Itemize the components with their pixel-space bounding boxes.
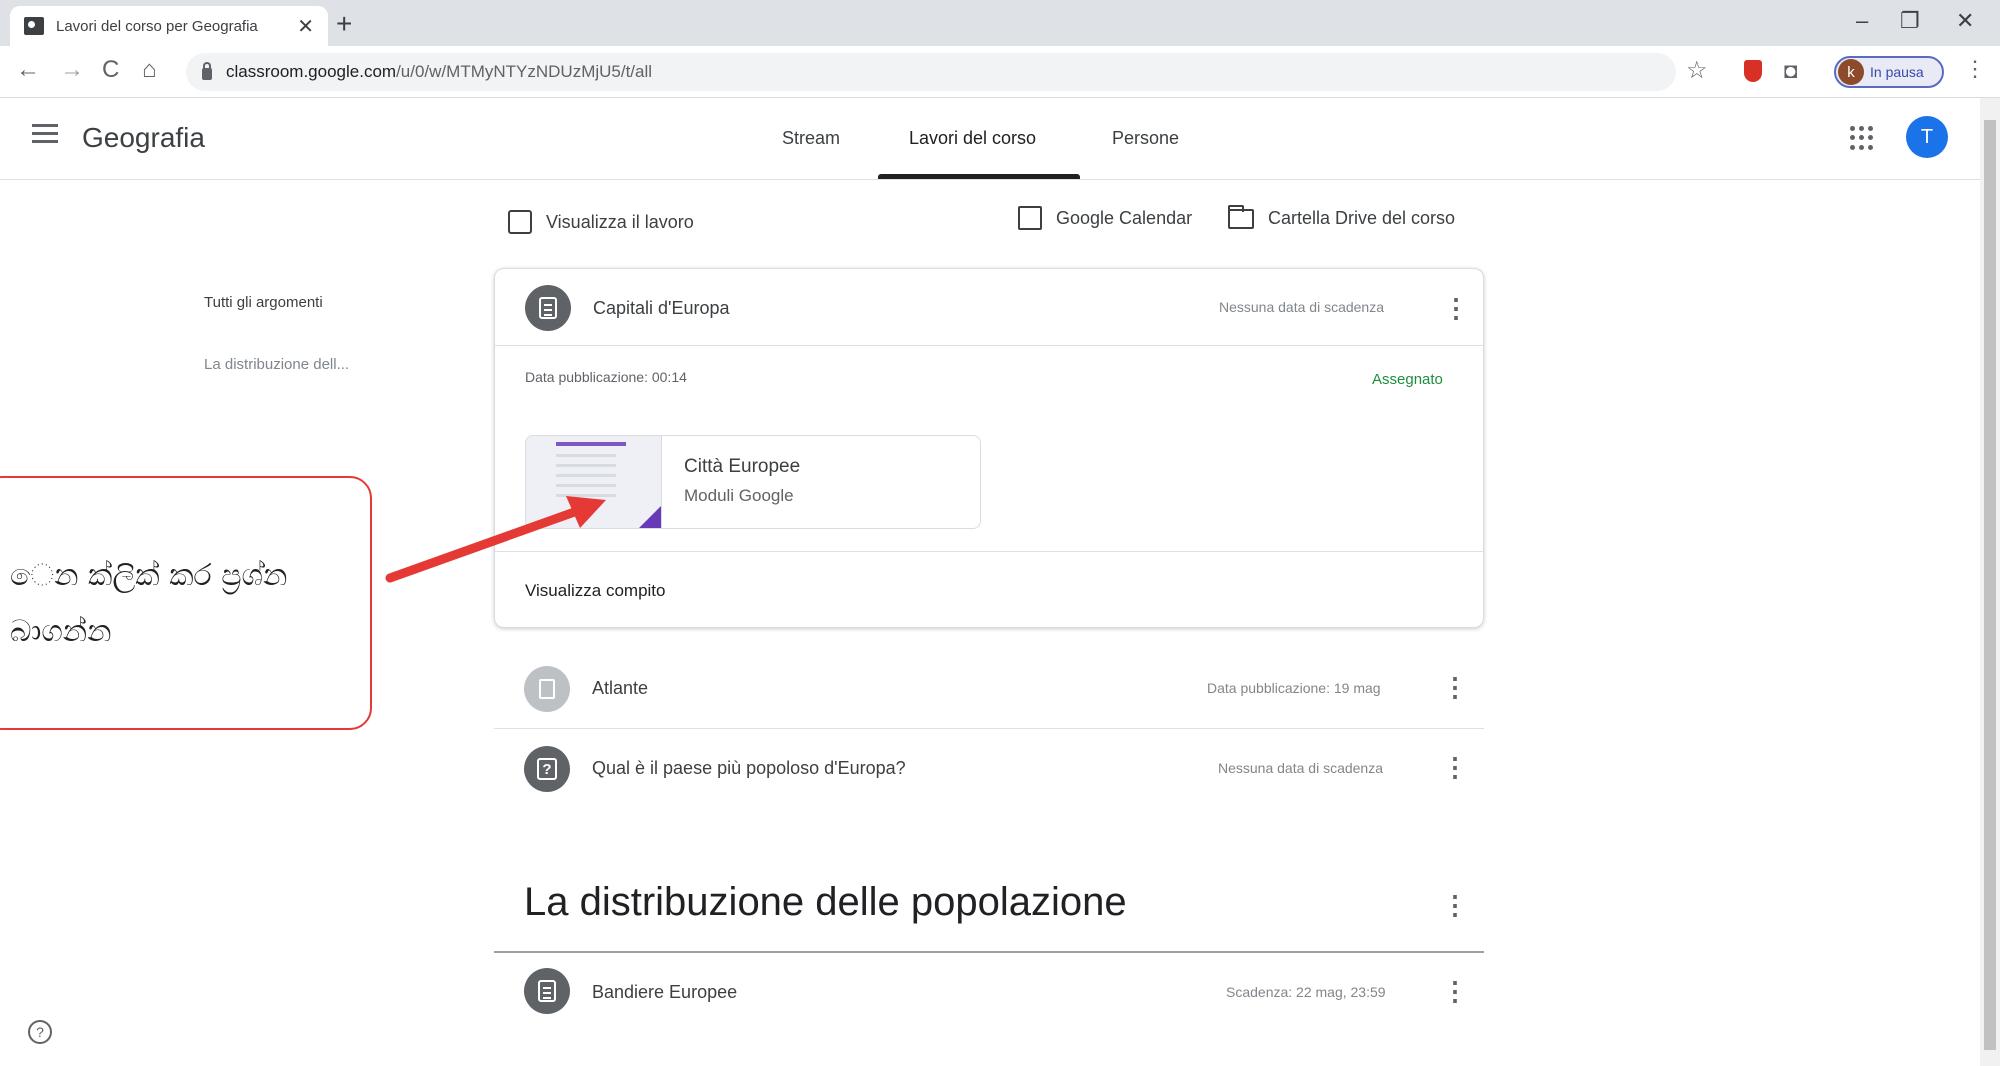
url-path: /u/0/w/MTMyNTYzNDUzMjU5/t/all xyxy=(396,62,653,81)
minimize-icon[interactable]: – xyxy=(1856,8,1868,34)
tab-stream[interactable]: Stream xyxy=(782,128,840,149)
expanded-assignment-card[interactable]: Capitali d'Europa Nessuna data di scaden… xyxy=(494,268,1484,628)
tab-people[interactable]: Persone xyxy=(1112,128,1179,149)
google-apps-icon[interactable] xyxy=(1850,126,1874,150)
tab-title: Lavori del corso per Geografia xyxy=(56,17,258,35)
item-title: Qual è il paese più popoloso d'Europa? xyxy=(592,758,906,778)
assignment-status: Assegnato xyxy=(1372,371,1443,388)
card-divider xyxy=(495,345,1483,346)
home-icon[interactable]: ⌂ xyxy=(142,56,157,84)
calendar-label: Google Calendar xyxy=(1056,207,1193,228)
annotation-line-2: බාගන්න xyxy=(10,614,112,649)
section-divider xyxy=(494,951,1484,953)
calendar-icon xyxy=(1018,206,1042,230)
topic-distribution[interactable]: La distribuzione dell... xyxy=(204,356,349,373)
list-item[interactable]: Atlante Data pubblicazione: 19 mag ⋮ xyxy=(494,648,1484,728)
restore-icon[interactable]: ❐ xyxy=(1900,8,1920,34)
item-more-icon[interactable]: ⋮ xyxy=(1442,978,1468,1004)
tab-classwork[interactable]: Lavori del corso xyxy=(909,128,1036,149)
section-more-icon[interactable]: ⋮ xyxy=(1442,892,1468,918)
profile-avatar: k xyxy=(1838,59,1864,85)
drive-folder-label: Cartella Drive del corso xyxy=(1268,208,1456,228)
page-scrollbar[interactable] xyxy=(1980,98,2000,1066)
question-icon: ? xyxy=(524,746,570,792)
item-meta: Scadenza: 22 mag, 23:59 xyxy=(1226,984,1386,1000)
classroom-favicon-icon xyxy=(24,17,44,35)
extension-shield-icon[interactable] xyxy=(1744,60,1762,82)
help-icon[interactable]: ? xyxy=(28,1020,52,1044)
view-work-button[interactable]: Visualizza il lavoro xyxy=(508,210,694,234)
forms-corner-icon xyxy=(637,506,661,528)
browser-tab[interactable]: Lavori del corso per Geografia ✕ xyxy=(10,6,328,46)
account-avatar[interactable]: T xyxy=(1906,116,1948,158)
assignment-icon xyxy=(525,285,571,331)
list-item[interactable]: Bandiere Europee Scadenza: 22 mag, 23:59… xyxy=(494,954,1484,1034)
item-meta: Nessuna data di scadenza xyxy=(1218,760,1383,776)
address-bar[interactable]: classroom.google.com/u/0/w/MTMyNTYzNDUzM… xyxy=(186,53,1676,91)
attachment-type: Moduli Google xyxy=(684,486,794,505)
tab-close-icon[interactable]: ✕ xyxy=(297,14,314,39)
assignment-posted: Data pubblicazione: 00:14 xyxy=(525,369,687,385)
url-host: classroom.google.com xyxy=(226,62,397,81)
camera-icon[interactable]: ◘ xyxy=(1784,58,1797,84)
material-icon xyxy=(524,666,570,712)
assignment-header[interactable]: Capitali d'Europa xyxy=(525,285,730,331)
back-icon[interactable]: ← xyxy=(16,56,40,84)
window-close-icon[interactable]: ✕ xyxy=(1956,8,1974,34)
browser-menu-icon[interactable]: ⋮ xyxy=(1964,56,1986,82)
view-work-label: Visualizza il lavoro xyxy=(546,211,694,232)
annotation-arrow-icon xyxy=(385,496,606,583)
assignment-title: Capitali d'Europa xyxy=(593,297,730,318)
item-more-icon[interactable]: ⋮ xyxy=(1442,754,1468,780)
attachment-title: Città Europee xyxy=(684,456,801,477)
new-tab-button[interactable]: + xyxy=(336,8,352,40)
item-title: Bandiere Europee xyxy=(592,982,738,1002)
annotation-line-1: ෙන ක්ලික් කර ප්‍රශ්න xyxy=(10,558,288,593)
scrollbar-thumb[interactable] xyxy=(1984,120,1996,1050)
google-calendar-button[interactable]: Google Calendar xyxy=(1018,206,1192,230)
profile-button[interactable]: k In pausa xyxy=(1834,56,1944,88)
list-item[interactable]: ? Qual è il paese più popoloso d'Europa?… xyxy=(494,728,1484,808)
active-tab-indicator xyxy=(878,174,1080,179)
annotation-callout: ෙන ක්ලික් කර ප්‍රශ්න බාගන්න xyxy=(0,476,372,730)
drive-folder-button[interactable]: Cartella Drive del corso xyxy=(1228,204,1456,229)
view-work-icon xyxy=(508,210,532,234)
item-title: Atlante xyxy=(592,678,649,698)
topic-all[interactable]: Tutti gli argomenti xyxy=(204,294,323,311)
class-title[interactable]: Geografia xyxy=(82,122,205,154)
item-more-icon[interactable]: ⋮ xyxy=(1442,674,1468,700)
card-divider-bottom xyxy=(495,551,1483,552)
lock-icon xyxy=(202,62,212,80)
profile-status: In pausa xyxy=(1870,64,1924,80)
browser-toolbar: ← → C ⌂ classroom.google.com/u/0/w/MTMyN… xyxy=(0,46,2000,98)
assignment-icon xyxy=(524,968,570,1014)
forward-icon[interactable]: → xyxy=(60,56,84,84)
topic-section-title: La distribuzione delle popolazione xyxy=(524,880,1127,924)
assignment-more-icon[interactable]: ⋮ xyxy=(1443,295,1469,321)
browser-tabstrip: Lavori del corso per Geografia ✕ + – ❐ ✕ xyxy=(0,0,2000,46)
classroom-header: Geografia Stream Lavori del corso Person… xyxy=(0,98,1980,180)
reload-icon[interactable]: C xyxy=(102,56,119,84)
folder-icon xyxy=(1228,204,1254,229)
hamburger-menu-icon[interactable] xyxy=(32,124,58,148)
item-meta: Data pubblicazione: 19 mag xyxy=(1207,680,1381,696)
bookmark-star-icon[interactable]: ☆ xyxy=(1686,56,1708,85)
assignment-due: Nessuna data di scadenza xyxy=(1219,299,1384,315)
